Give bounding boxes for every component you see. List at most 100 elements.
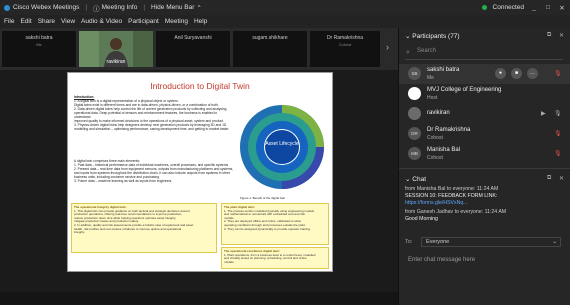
- component-item: 3. Future data – machine learning as wel…: [74, 179, 173, 183]
- intro-line: operational data. Deep potential of sens…: [74, 111, 218, 119]
- video-strip: sakshi batra Me ravikiran Anil Suryavans…: [0, 28, 398, 70]
- tile-sub: Me: [36, 42, 42, 47]
- chat-header[interactable]: ⌄ Chat: [405, 175, 426, 183]
- chat-message-text: Good Morning: [405, 216, 438, 222]
- chat-message-link[interactable]: https://forms.gle/HSVxNq...: [405, 200, 468, 206]
- tile-name: ravikiran: [106, 59, 126, 65]
- collapse-chevron-icon[interactable]: ⌄: [405, 176, 410, 183]
- participants-title: Participants (77): [412, 33, 460, 40]
- chat-to-label: To:: [405, 239, 413, 245]
- chat-recipient-select[interactable]: Everyone ⌄: [421, 237, 561, 247]
- meeting-info-icon[interactable]: ⓘ: [93, 3, 100, 13]
- connection-status[interactable]: Connected: [493, 4, 524, 11]
- title-right: Connected _ □ ✕: [481, 0, 566, 15]
- participant-role: Cohost: [427, 135, 443, 141]
- popout-icon[interactable]: ⧉: [547, 175, 551, 182]
- avatar: MB: [408, 147, 421, 160]
- minimize-button[interactable]: _: [530, 4, 538, 11]
- search-icon: ⌕: [406, 49, 410, 56]
- chat-message-meta: from Ganesh Jadhav to everyone: 11:24 AM: [405, 209, 507, 215]
- menu-view[interactable]: View: [61, 18, 75, 25]
- tile-name: Anil Suryavanshi: [174, 35, 212, 41]
- menu-participant[interactable]: Participant: [128, 18, 159, 25]
- diagram-caption: Figure 1. Benefit of the digital twin: [240, 196, 286, 200]
- box-line: integrity.: [74, 230, 86, 235]
- diagram-center-label: Asset Lifecycle: [265, 141, 299, 147]
- chat-message-input[interactable]: Enter chat message here: [405, 252, 565, 270]
- meeting-info-button[interactable]: Meeting Info: [102, 4, 138, 11]
- unmute-button[interactable]: ●: [495, 68, 506, 79]
- connection-status-icon: [481, 5, 487, 10]
- tile-name: sugam.shikhare: [252, 35, 288, 41]
- operational-excellence-box: The operational excellence digital twin:…: [221, 247, 329, 269]
- shared-slide: Introduction to Digital Twin Introductio…: [67, 72, 333, 272]
- component-item: 2. Present data – real-time data from eq…: [74, 167, 234, 179]
- close-button[interactable]: ✕: [558, 4, 566, 12]
- close-panel-icon[interactable]: ✕: [559, 32, 564, 39]
- participant-search-input[interactable]: ⌕ Search: [405, 48, 563, 60]
- avatar: [408, 87, 421, 100]
- participant-name: ravikiran: [427, 110, 450, 116]
- menu-audio-video[interactable]: Audio & Video: [81, 18, 122, 25]
- participant-row[interactable]: ravikiran ▶ 🎙: [399, 104, 570, 124]
- participant-row[interactable]: SB sakshi batra Me ● ■ … 🎙: [399, 64, 570, 84]
- webex-logo-icon: [4, 4, 10, 11]
- asset-lifecycle-diagram: Asset Lifecycle: [240, 105, 324, 189]
- intro-block: Introduction: 1. A digital twin is a dig…: [74, 95, 234, 131]
- chevron-up-icon[interactable]: ⌃: [196, 4, 201, 12]
- participant-name: MVJ College of Engineering: [427, 87, 502, 93]
- plant-digital-twin-box: The plant digital twin: 1. The process-c…: [221, 203, 329, 245]
- box-line: 3. They can be designed dynamically to p…: [224, 226, 311, 231]
- close-panel-icon[interactable]: ✕: [559, 175, 564, 182]
- intro-line: modelling and simulation – optimising pe…: [74, 127, 230, 131]
- tile-name: Dr Ramakrishna: [326, 35, 364, 41]
- menu-edit[interactable]: Edit: [20, 18, 31, 25]
- chat-message-meta: from Manisha Bal to everyone: 11:24 AM: [405, 186, 499, 192]
- mic-muted-icon[interactable]: 🎙: [554, 130, 562, 137]
- more-options-button[interactable]: …: [527, 68, 538, 79]
- chat-input-placeholder: Enter chat message here: [408, 257, 476, 263]
- app-title: Cisco Webex Meetings: [4, 4, 79, 11]
- participant-role: Me: [427, 75, 434, 81]
- mic-muted-icon[interactable]: 🎙: [554, 70, 562, 77]
- maximize-button[interactable]: □: [544, 4, 552, 11]
- operational-integrity-box: The operational integrity digital twin: …: [71, 203, 217, 253]
- participant-name: Manisha Bal: [427, 147, 461, 153]
- avatar: DR: [408, 127, 421, 140]
- video-tile-active[interactable]: ravikiran: [79, 31, 153, 67]
- mic-icon[interactable]: 🎙: [554, 110, 562, 117]
- popout-icon[interactable]: ⧉: [547, 32, 551, 39]
- menu-help[interactable]: Help: [194, 18, 207, 25]
- chat-message-text: SESSION 10: FEEDBACK FORM LINK:: [405, 193, 498, 199]
- participant-name: sakshi batra: [427, 67, 460, 73]
- title-separator-2: |: [143, 4, 146, 11]
- title-separator: |: [85, 4, 88, 11]
- chat-title: Chat: [412, 176, 426, 183]
- mic-muted-icon[interactable]: 🎙: [554, 150, 562, 157]
- video-tile[interactable]: sugam.shikhare: [233, 31, 307, 67]
- app-name: Cisco Webex Meetings: [13, 4, 80, 11]
- panel-divider: [399, 168, 570, 169]
- tile-name: sakshi batra: [25, 35, 53, 41]
- title-bar: Cisco Webex Meetings | ⓘ Meeting Info | …: [0, 0, 570, 15]
- side-panel: ⌄ Participants (77) ⧉ ✕ ⌕ Search SB saks…: [398, 28, 570, 305]
- video-button[interactable]: ■: [511, 68, 522, 79]
- video-tile[interactable]: sakshi batra Me: [2, 31, 76, 67]
- menu-meeting[interactable]: Meeting: [165, 18, 188, 25]
- participant-row[interactable]: DR Dr Ramakrishna Cohost 🎙: [399, 124, 570, 144]
- menu-share[interactable]: Share: [38, 18, 55, 25]
- camera-icon: ▶: [541, 111, 546, 117]
- video-tile[interactable]: Dr Ramakrishna Cohost: [310, 31, 380, 67]
- participant-name: Dr Ramakrishna: [427, 127, 471, 133]
- collapse-chevron-icon[interactable]: ⌄: [405, 33, 410, 40]
- hide-menu-bar-button[interactable]: Hide Menu Bar: [151, 4, 194, 11]
- chevron-right-icon[interactable]: ›: [386, 42, 389, 52]
- participant-row[interactable]: MB Manisha Bal Cohost 🎙: [399, 144, 570, 164]
- video-tile[interactable]: Anil Suryavanshi: [156, 31, 230, 67]
- box-line: models.: [224, 259, 235, 264]
- participants-header[interactable]: ⌄ Participants (77): [405, 32, 460, 40]
- participant-row[interactable]: MVJ College of Engineering Host: [399, 84, 570, 104]
- menu-file[interactable]: File: [4, 18, 14, 25]
- avatar: [408, 107, 421, 120]
- participant-role: Host: [427, 95, 438, 101]
